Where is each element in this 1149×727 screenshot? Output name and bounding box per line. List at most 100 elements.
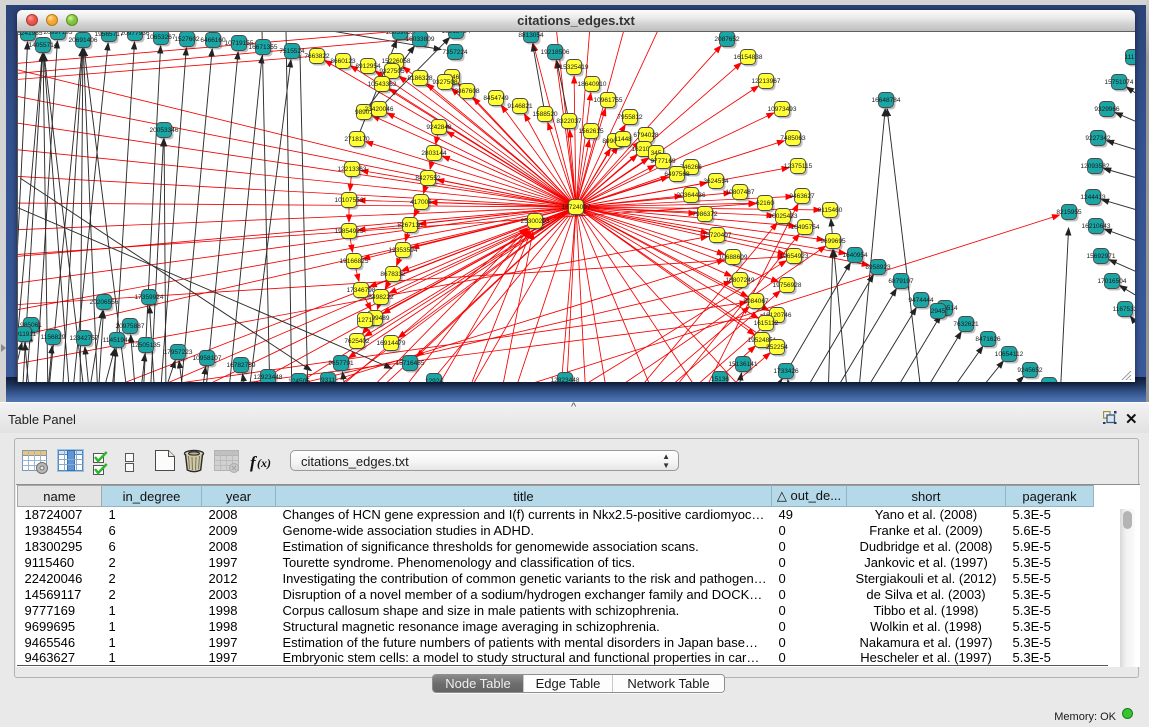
- svg-text:2718170: 2718170: [344, 136, 370, 143]
- svg-text:8912954: 8912954: [355, 63, 381, 70]
- svg-text:16671355: 16671355: [249, 44, 278, 51]
- svg-text:7515524: 7515524: [279, 48, 305, 55]
- svg-text:10025433: 10025433: [769, 213, 798, 220]
- svg-text:17016504: 17016504: [1098, 278, 1127, 285]
- svg-text:15325419: 15325419: [560, 64, 589, 71]
- svg-text:7663822: 7663822: [304, 53, 330, 60]
- svg-text:15136141: 15136141: [729, 361, 758, 368]
- svg-text:2087652: 2087652: [714, 36, 740, 43]
- svg-text:9777169: 9777169: [650, 158, 676, 165]
- svg-text:8660123: 8660123: [330, 58, 356, 65]
- svg-text:124505: 124505: [288, 378, 310, 382]
- svg-text:8471626: 8471626: [975, 336, 1001, 343]
- svg-text:19756928: 19756928: [773, 282, 802, 289]
- svg-text:10688609: 10688609: [719, 254, 748, 261]
- svg-text:8267130: 8267130: [397, 222, 423, 229]
- svg-text:9657791: 9657791: [328, 360, 354, 367]
- svg-text:8427552: 8427552: [415, 175, 441, 182]
- svg-text:3624554: 3624554: [703, 178, 729, 185]
- svg-text:19854925: 19854925: [335, 228, 364, 235]
- svg-text:8958923: 8958923: [865, 264, 891, 271]
- svg-text:1733426: 1733426: [773, 368, 799, 375]
- svg-text:11451944: 11451944: [103, 337, 132, 344]
- svg-text:19218506: 19218506: [541, 49, 570, 56]
- svg-text:7625402: 7625402: [344, 338, 370, 345]
- svg-text:12823448: 12823448: [551, 377, 580, 382]
- svg-text:1167533: 1167533: [1113, 306, 1135, 313]
- svg-text:16033809: 16033809: [406, 36, 435, 43]
- svg-text:20053346: 20053346: [150, 127, 179, 134]
- svg-text:17346798: 17346798: [347, 287, 376, 294]
- svg-text:2367608: 2367608: [454, 88, 480, 95]
- svg-text:12375115: 12375115: [784, 163, 813, 170]
- svg-text:17359924: 17359924: [135, 294, 164, 301]
- svg-text:8215955: 8215955: [1056, 209, 1082, 216]
- svg-text:7632621: 7632621: [953, 321, 979, 328]
- svg-text:9474444: 9474444: [908, 297, 934, 304]
- svg-text:9327508: 9327508: [432, 79, 458, 86]
- svg-text:20206556: 20206556: [90, 299, 119, 306]
- svg-text:15720407: 15720407: [703, 232, 732, 239]
- svg-text:2945: 2945: [931, 308, 946, 315]
- svg-text:1244413: 1244413: [1080, 194, 1106, 201]
- svg-text:19654923: 19654923: [780, 253, 809, 260]
- svg-text:12093582: 12093582: [1081, 163, 1110, 170]
- svg-text:9146821: 9146821: [507, 103, 533, 110]
- svg-text:9463627: 9463627: [789, 193, 815, 200]
- svg-text:16154838: 16154838: [734, 54, 763, 61]
- svg-text:10107553: 10107553: [335, 197, 364, 204]
- svg-text:23420046: 23420046: [365, 106, 394, 113]
- svg-text:10653267: 10653267: [147, 34, 176, 41]
- svg-text:1271: 1271: [358, 317, 373, 324]
- svg-text:18807249: 18807249: [726, 277, 755, 284]
- svg-text:7955812: 7955812: [617, 114, 643, 121]
- svg-text:16648784: 16648784: [872, 97, 901, 104]
- svg-text:16210643: 16210643: [1082, 223, 1111, 230]
- svg-text:16914479: 16914479: [377, 340, 406, 347]
- svg-text:8322037: 8322037: [556, 118, 582, 125]
- svg-text:9084067: 9084067: [743, 298, 769, 305]
- svg-text:12213967: 12213967: [752, 78, 781, 85]
- svg-text:12923448: 12923448: [254, 374, 283, 381]
- svg-text:8678332: 8678332: [380, 271, 406, 278]
- svg-text:2803144: 2803144: [421, 150, 447, 157]
- svg-text:8454749: 8454749: [483, 95, 509, 102]
- svg-text:12924: 12924: [425, 378, 443, 382]
- svg-text:9242848: 9242848: [426, 124, 452, 131]
- svg-text:25300203: 25300203: [521, 218, 550, 225]
- svg-text:9115460: 9115460: [818, 207, 843, 214]
- svg-text:9699695: 9699695: [820, 238, 846, 245]
- svg-text:16241985: 16241985: [18, 32, 43, 37]
- svg-text:10961755: 10961755: [594, 97, 623, 104]
- svg-text:1640954: 1640954: [842, 252, 868, 259]
- svg-text:10958107: 10958107: [193, 355, 222, 362]
- svg-text:3911911: 3911911: [18, 331, 37, 338]
- svg-text:10807487: 10807487: [726, 189, 755, 196]
- svg-text:16782759: 16782759: [227, 362, 256, 369]
- svg-text:9311: 9311: [321, 377, 335, 382]
- svg-text:7485063: 7485063: [780, 135, 806, 142]
- svg-text:1562615: 1562615: [578, 128, 604, 135]
- svg-text:18640910: 18640910: [578, 81, 607, 88]
- svg-text:9329966: 9329966: [1094, 106, 1120, 113]
- svg-text:62160: 62160: [756, 200, 774, 207]
- svg-text:8186328: 8186328: [407, 75, 433, 82]
- svg-text:9227342: 9227342: [1085, 135, 1111, 142]
- svg-text:7986372: 7986372: [692, 211, 718, 218]
- svg-text:11448: 11448: [614, 136, 632, 143]
- svg-text:14055714: 14055714: [29, 42, 58, 49]
- svg-text:20691406: 20691406: [69, 37, 98, 44]
- svg-text:20975887: 20975887: [116, 323, 145, 330]
- svg-text:417006: 417006: [410, 199, 432, 206]
- svg-text:20977936: 20977936: [121, 32, 150, 37]
- svg-text:10543362: 10543362: [368, 81, 397, 88]
- svg-text:11173: 11173: [1124, 54, 1135, 61]
- svg-text:1156829: 1156829: [41, 334, 66, 341]
- svg-text:20997193: 20997193: [44, 32, 73, 36]
- svg-text:6497568: 6497568: [664, 171, 690, 178]
- svg-text:12505135: 12505135: [132, 342, 161, 349]
- svg-text:1615112: 1615112: [754, 320, 779, 327]
- svg-text:8813054: 8813054: [518, 32, 544, 39]
- svg-text:252254: 252254: [766, 344, 788, 351]
- svg-text:17957223: 17957223: [164, 349, 193, 356]
